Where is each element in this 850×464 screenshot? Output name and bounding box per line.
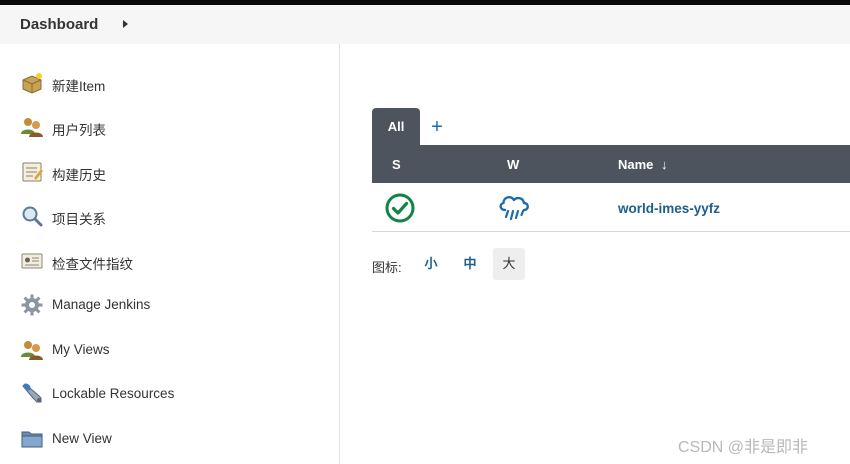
sidebar-item-new-item[interactable]: 新建Item [0,63,340,103]
table-row: world-imes-yyfz [372,183,850,232]
column-header-name[interactable]: Name ↓ [618,157,668,172]
sort-down-icon: ↓ [661,157,668,172]
success-check-icon [385,193,415,223]
sidebar-item-label: 检查文件指纹 [52,257,133,272]
rain-cloud-icon [499,195,529,221]
column-header-status[interactable]: S [392,157,401,172]
folder-icon [21,431,43,448]
sidebar-item-label: Manage Jenkins [52,297,151,312]
icon-size-medium[interactable]: 中 [454,248,486,280]
chevron-right-icon[interactable] [123,20,128,28]
tab-all[interactable]: All [372,108,420,145]
build-history-icon [22,162,43,182]
sidebar-item-fingerprint[interactable]: 检查文件指纹 [0,241,340,281]
sidebar-item-lockable-resources[interactable]: Lockable Resources [0,374,340,414]
breadcrumb-bar: Dashboard [0,5,850,44]
sidebar-item-build-history[interactable]: 构建历史 [0,152,340,192]
sidebar-item-label: 用户列表 [52,123,106,138]
gear-icon [21,294,43,316]
sidebar-item-label: Lockable Resources [52,386,175,401]
job-link[interactable]: world-imes-yyfz [618,201,720,216]
watermark: CSDN @非是即非 [678,439,809,456]
sidebar-item-label: New View [52,431,112,446]
icon-size-large[interactable]: 大 [493,248,525,280]
sidebar-item-label: 项目关系 [52,212,106,227]
breadcrumb-dashboard[interactable]: Dashboard [20,16,98,33]
new-item-icon [22,73,42,94]
users-icon [21,341,43,360]
sidebar-item-users[interactable]: 用户列表 [0,107,340,147]
add-view-button[interactable]: + [428,115,446,139]
sidebar-item-my-views[interactable]: My Views [0,330,340,370]
column-header-name-label: Name [618,157,654,172]
sidebar: 新建Item 用户列表 构建历史 项目关系 检查文件指纹 Manage Jenk… [0,44,340,464]
fingerprint-icon [21,253,43,269]
users-icon [21,118,43,137]
sidebar-item-label: My Views [52,342,110,357]
lock-icon [22,383,42,403]
search-icon [22,206,43,227]
column-header-weather[interactable]: W [507,157,519,172]
table-header: S W Name ↓ [372,145,850,183]
sidebar-item-new-view[interactable]: New View [0,419,340,459]
icon-size-label: 图标: [372,260,402,275]
sidebar-item-label: 新建Item [52,79,106,94]
sidebar-item-project-relationship[interactable]: 项目关系 [0,196,340,236]
sidebar-item-label: 构建历史 [52,168,106,183]
sidebar-item-manage-jenkins[interactable]: Manage Jenkins [0,285,340,325]
icon-size-small[interactable]: 小 [415,248,447,280]
